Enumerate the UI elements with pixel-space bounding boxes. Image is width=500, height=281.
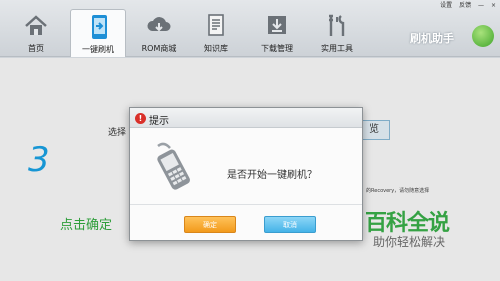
tab-label: ROM商城 xyxy=(141,44,177,53)
confirm-button[interactable]: 确定 xyxy=(184,216,236,233)
dialog-message: 是否开始一键刷机？ xyxy=(227,170,317,181)
feedback-link[interactable]: 反馈 xyxy=(459,2,471,9)
tools-icon xyxy=(329,14,345,36)
document-icon xyxy=(208,14,224,36)
brand-logo xyxy=(472,25,494,47)
tab-label: 首页 xyxy=(28,44,44,53)
dialog-titlebar: ! 提示 xyxy=(130,108,362,128)
tab-label: 下载管理 xyxy=(261,44,293,53)
settings-link[interactable]: 设置 xyxy=(440,2,452,9)
tab-knowledge-base[interactable]: 知识库 xyxy=(188,9,244,57)
confirm-dialog: ! 提示 是否开始一键刷机？ 确定 取消 xyxy=(129,107,363,241)
tab-label: 一键刷机 xyxy=(82,45,114,54)
dialog-divider xyxy=(130,204,362,205)
minimize-button[interactable]: — xyxy=(478,2,484,9)
download-icon xyxy=(268,16,286,34)
watermark-subtitle: 助你轻松解决 xyxy=(373,235,446,249)
flash-phone-icon xyxy=(92,15,107,39)
cloud-download-icon xyxy=(147,17,171,32)
cancel-button[interactable]: 取消 xyxy=(264,216,316,233)
tab-rom-store[interactable]: ROM商城 xyxy=(131,9,187,57)
tab-utilities[interactable]: 实用工具 xyxy=(309,9,365,57)
step-tip: 点击确定 xyxy=(60,218,113,233)
tab-label: 实用工具 xyxy=(321,44,353,53)
top-toolbar: 设置 反馈 — × 首页 一键刷机 ROM商城 知识库 下载管理 实用工具 刷机… xyxy=(0,0,500,57)
close-button[interactable]: × xyxy=(491,2,496,9)
tab-download-manager[interactable]: 下载管理 xyxy=(249,9,305,57)
dialog-title: 提示 xyxy=(149,116,169,127)
warning-icon: ! xyxy=(135,113,146,124)
home-icon xyxy=(25,15,47,35)
phone-icon xyxy=(157,142,190,190)
tab-one-click-flash[interactable]: 一键刷机 xyxy=(70,9,126,57)
brand-name: 刷机助手 xyxy=(410,32,454,45)
window-controls: 设置 反馈 — × xyxy=(435,0,496,9)
tab-home[interactable]: 首页 xyxy=(8,9,64,57)
tab-label: 知识库 xyxy=(204,44,228,53)
